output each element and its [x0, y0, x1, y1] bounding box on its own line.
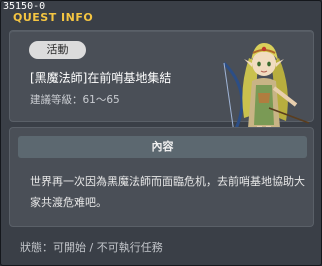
quest-name: [黑魔法師]在前哨基地集結 [30, 71, 172, 85]
recommended-level: 建議等級：61～65 [30, 94, 120, 106]
quest-header-panel: 活動 [黑魔法師]在前哨基地集結 建議等級：61～65 [9, 30, 314, 140]
content-description: 世界再一次因為黑魔法師而面臨危机，去前哨基地協助大家共渡危难吧。 [30, 175, 305, 209]
window-title: QUEST INFO [13, 11, 94, 24]
content-header: 內容 [18, 136, 307, 158]
quest-status: 狀態：可開始 / 不可執行任務 [20, 241, 163, 254]
category-badge: 活動 [29, 41, 86, 59]
quest-info-window: 35150-0 QUEST INFO 活動 [黑魔法師]在前哨基地集結 建議等級… [0, 0, 322, 266]
quest-content-panel: 內容 世界再一次因為黑魔法師而面臨危机，去前哨基地協助大家共渡危难吧。 [9, 127, 314, 227]
